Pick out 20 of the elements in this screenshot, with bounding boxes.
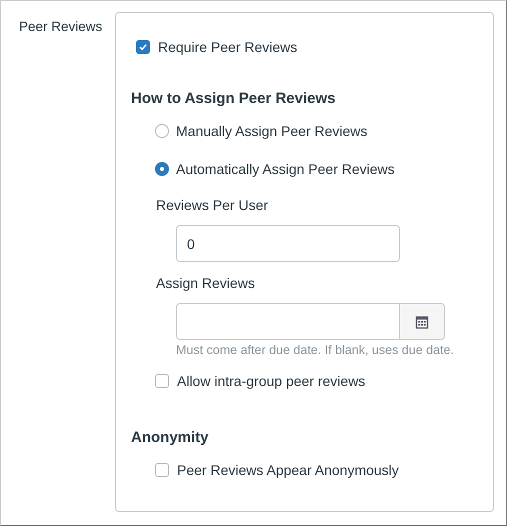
hint-text: Must come after due date. If blank, uses due date. bbox=[176, 343, 455, 357]
radio-button[interactable] bbox=[155, 124, 169, 138]
radio-label: Automatically Assign Peer Reviews bbox=[176, 161, 395, 177]
radio-label: Manually Assign Peer Reviews bbox=[176, 123, 368, 139]
calendar-button[interactable] bbox=[400, 303, 445, 340]
date-field[interactable] bbox=[176, 303, 400, 340]
field-label: Assign Reviews bbox=[156, 275, 256, 291]
section-label: Peer Reviews bbox=[19, 19, 104, 36]
radio-button[interactable] bbox=[155, 162, 169, 176]
calendar-icon bbox=[415, 314, 429, 328]
checkbox-label: Allow intra-group peer reviews bbox=[177, 373, 366, 389]
field-label: Reviews Per User bbox=[156, 197, 270, 213]
section-heading: Anonymity bbox=[131, 429, 210, 446]
checkbox[interactable] bbox=[155, 374, 169, 388]
checkbox[interactable] bbox=[155, 463, 169, 477]
checkbox-label: Require Peer Reviews bbox=[158, 39, 298, 55]
input-field[interactable]: 0 bbox=[176, 225, 400, 262]
checkbox-label: Peer Reviews Appear Anonymously bbox=[177, 462, 399, 478]
checkbox[interactable] bbox=[136, 40, 150, 54]
section-heading: How to Assign Peer Reviews bbox=[131, 90, 337, 107]
